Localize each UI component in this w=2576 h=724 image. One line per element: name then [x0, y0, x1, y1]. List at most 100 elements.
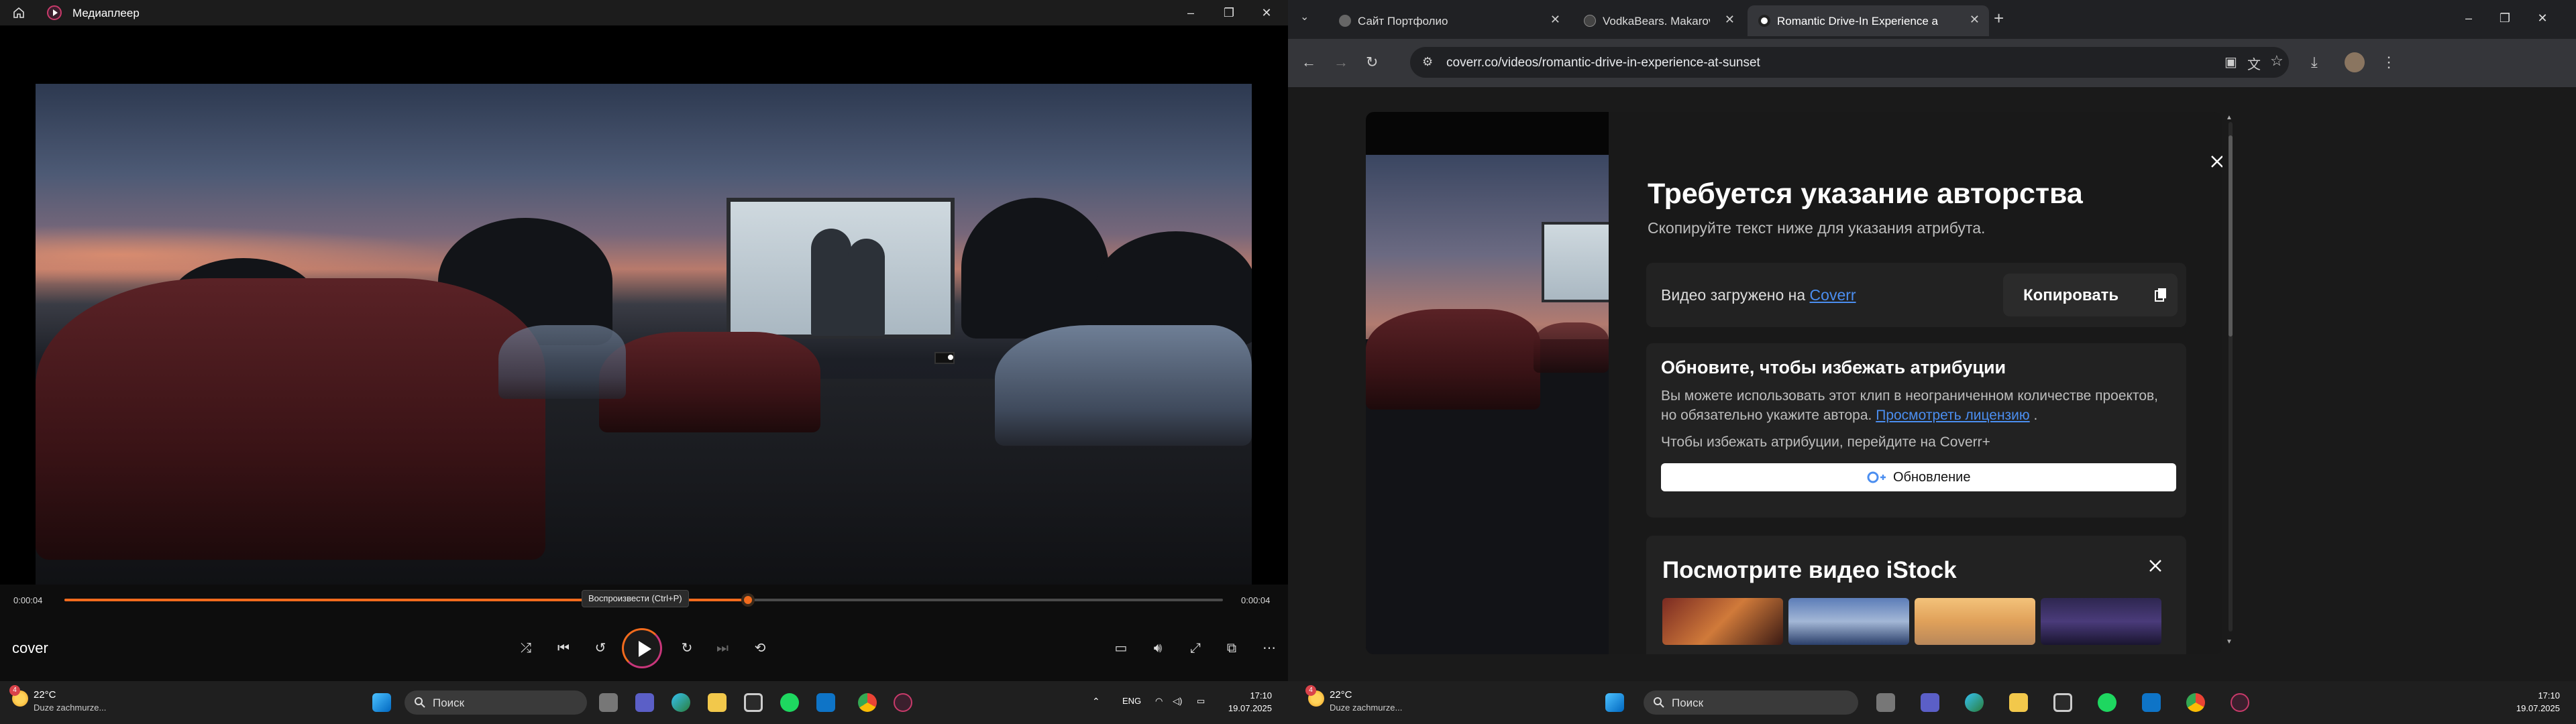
- translate-icon[interactable]: 文: [2247, 54, 2261, 73]
- play-button[interactable]: [622, 628, 662, 668]
- attribution-modal: Требуется указание авторства Скопируйте …: [1609, 112, 2222, 654]
- tray-overflow-icon[interactable]: ⌃: [1092, 696, 1100, 707]
- vscode-icon[interactable]: [2142, 693, 2161, 712]
- tree: [961, 198, 1109, 339]
- search-label: Поиск: [1672, 697, 1704, 709]
- subtitles-icon[interactable]: ▭: [1109, 636, 1133, 660]
- miniplayer-icon[interactable]: ⧉: [1220, 636, 1244, 660]
- address-bar[interactable]: ⚙︎ coverr.co/videos/romantic-drive-in-ex…: [1410, 47, 2289, 78]
- back-icon[interactable]: ←: [1301, 54, 1316, 71]
- download-icon[interactable]: ⤓: [2311, 54, 2318, 71]
- istock-thumbnail[interactable]: [1788, 598, 1909, 645]
- url-text: coverr.co/videos/romantic-drive-in-exper…: [1446, 56, 1760, 70]
- red-car-foreground: [36, 278, 545, 560]
- teams-icon[interactable]: [1921, 693, 1939, 712]
- browser-window: ⌄ Сайт Портфолио ✕ VodkaBears. Makarov I…: [1288, 0, 2576, 681]
- volume-icon[interactable]: 🔊︎: [1146, 636, 1170, 660]
- bookmark-icon[interactable]: ☆: [2270, 52, 2284, 70]
- language-indicator[interactable]: ENG: [1122, 696, 1141, 706]
- forward-30-icon[interactable]: ↻: [675, 636, 699, 660]
- rewind-10-icon[interactable]: ↺: [588, 636, 612, 660]
- blue-car: [995, 325, 1252, 446]
- red-car-middle: [599, 332, 820, 432]
- istock-thumbnail[interactable]: [1662, 598, 1783, 645]
- chrome-icon[interactable]: [2186, 693, 2205, 712]
- credit-card: Видео загружено на Coverr Копировать: [1646, 263, 2186, 327]
- scrollbar-thumb[interactable]: [2229, 135, 2233, 337]
- modal-scrollbar[interactable]: [2229, 122, 2233, 631]
- start-icon[interactable]: [1605, 693, 1624, 712]
- fullscreen-icon[interactable]: ⤢: [1183, 636, 1208, 660]
- start-icon[interactable]: [372, 693, 391, 712]
- close-modal-icon[interactable]: [2210, 154, 2222, 169]
- tab-vodkabears[interactable]: VodkaBears. Makarov Ilya. ✕: [1573, 5, 1744, 36]
- menu-icon[interactable]: ⋮: [2381, 54, 2396, 71]
- task-view-icon[interactable]: [599, 693, 618, 712]
- minimize-icon[interactable]: –: [2455, 9, 2482, 27]
- previous-icon[interactable]: ⏮: [551, 636, 576, 660]
- search-label: Поиск: [433, 697, 465, 709]
- media-player-taskbar-icon[interactable]: [2231, 693, 2249, 712]
- chrome-icon[interactable]: [858, 693, 877, 712]
- seek-thumb[interactable]: [741, 593, 755, 607]
- clock[interactable]: 17:10 19.07.2025: [1208, 690, 1272, 713]
- store-icon[interactable]: [744, 693, 763, 712]
- istock-thumbnail[interactable]: [2041, 598, 2161, 645]
- tab-close-icon[interactable]: ✕: [1550, 13, 1560, 27]
- scroll-down-icon[interactable]: ▼: [2226, 638, 2233, 646]
- scroll-up-icon[interactable]: ▲: [2226, 114, 2233, 121]
- forward-icon[interactable]: →: [1334, 54, 1348, 71]
- next-icon[interactable]: ⏭: [710, 636, 735, 660]
- edge-icon[interactable]: [672, 693, 690, 712]
- preview-frame: [1366, 155, 1609, 654]
- edge-icon[interactable]: [1965, 693, 1984, 712]
- cast-icon[interactable]: ▣: [2224, 54, 2237, 70]
- copy-label: Копировать: [2023, 286, 2119, 304]
- taskbar-search[interactable]: Поиск: [405, 690, 587, 715]
- minimize-icon[interactable]: –: [1177, 4, 1204, 21]
- upgrade-button[interactable]: Обновление: [1661, 463, 2176, 491]
- taskbar-search[interactable]: Поиск: [1644, 690, 1858, 715]
- spotify-icon[interactable]: [780, 693, 799, 712]
- coverr-link[interactable]: Coverr: [1810, 286, 1856, 304]
- tab-close-icon[interactable]: ✕: [1970, 13, 1980, 27]
- wifi-icon[interactable]: ◠: [1155, 696, 1163, 707]
- more-options-icon[interactable]: ⋯: [1257, 636, 1281, 660]
- avatar[interactable]: [2345, 52, 2365, 72]
- spotify-icon[interactable]: [2098, 693, 2116, 712]
- maximize-icon[interactable]: ❐: [1216, 4, 1242, 21]
- battery-icon[interactable]: ▭: [1197, 696, 1205, 707]
- video-frame[interactable]: [36, 84, 1252, 585]
- close-icon[interactable]: ✕: [2529, 9, 2556, 27]
- credit-prefix: Видео загружено на: [1661, 286, 1810, 304]
- istock-thumbnail[interactable]: [1915, 598, 2035, 645]
- tab-close-icon[interactable]: ✕: [1725, 13, 1735, 27]
- restore-icon[interactable]: ❐: [2491, 9, 2518, 27]
- store-icon[interactable]: [2053, 693, 2072, 712]
- task-view-icon[interactable]: [1876, 693, 1895, 712]
- modal-subtitle: Скопируйте текст ниже для указания атриб…: [1648, 219, 1986, 237]
- istock-card: Посмотрите видео iStock: [1646, 536, 2186, 654]
- shuffle-icon[interactable]: ⤮: [514, 636, 538, 660]
- media-player-window: Медиаплеер – ❐ ✕ 0:00:04 0:00:04 Воспрои…: [0, 0, 1288, 681]
- license-link[interactable]: Просмотреть лицензию: [1876, 408, 2029, 423]
- tab-search-icon[interactable]: ⌄: [1300, 10, 1309, 23]
- reload-icon[interactable]: ↻: [1366, 54, 1378, 71]
- home-icon[interactable]: [12, 6, 25, 19]
- clock[interactable]: 17:10 19.07.2025: [2496, 690, 2560, 713]
- tab-coverr[interactable]: Romantic Drive-In Experience a ✕: [1748, 5, 1989, 36]
- media-player-taskbar-icon[interactable]: [894, 693, 912, 712]
- upgrade-card: Обновите, чтобы избежать атрибуции Вы мо…: [1646, 343, 2186, 518]
- tab-portfolio[interactable]: Сайт Портфолио ✕: [1328, 5, 1570, 36]
- volume-tray-icon[interactable]: ◁): [1173, 696, 1182, 707]
- copy-button[interactable]: Копировать: [2003, 274, 2178, 316]
- close-istock-icon[interactable]: [2148, 558, 2163, 573]
- repeat-off-icon[interactable]: ⟲: [748, 636, 772, 660]
- close-icon[interactable]: ✕: [1253, 4, 1280, 21]
- site-info-icon[interactable]: ⚙︎: [1422, 55, 1433, 69]
- file-explorer-icon[interactable]: [708, 693, 727, 712]
- vscode-icon[interactable]: [816, 693, 835, 712]
- teams-icon[interactable]: [635, 693, 654, 712]
- new-tab-icon[interactable]: +: [1994, 8, 2004, 29]
- file-explorer-icon[interactable]: [2009, 693, 2028, 712]
